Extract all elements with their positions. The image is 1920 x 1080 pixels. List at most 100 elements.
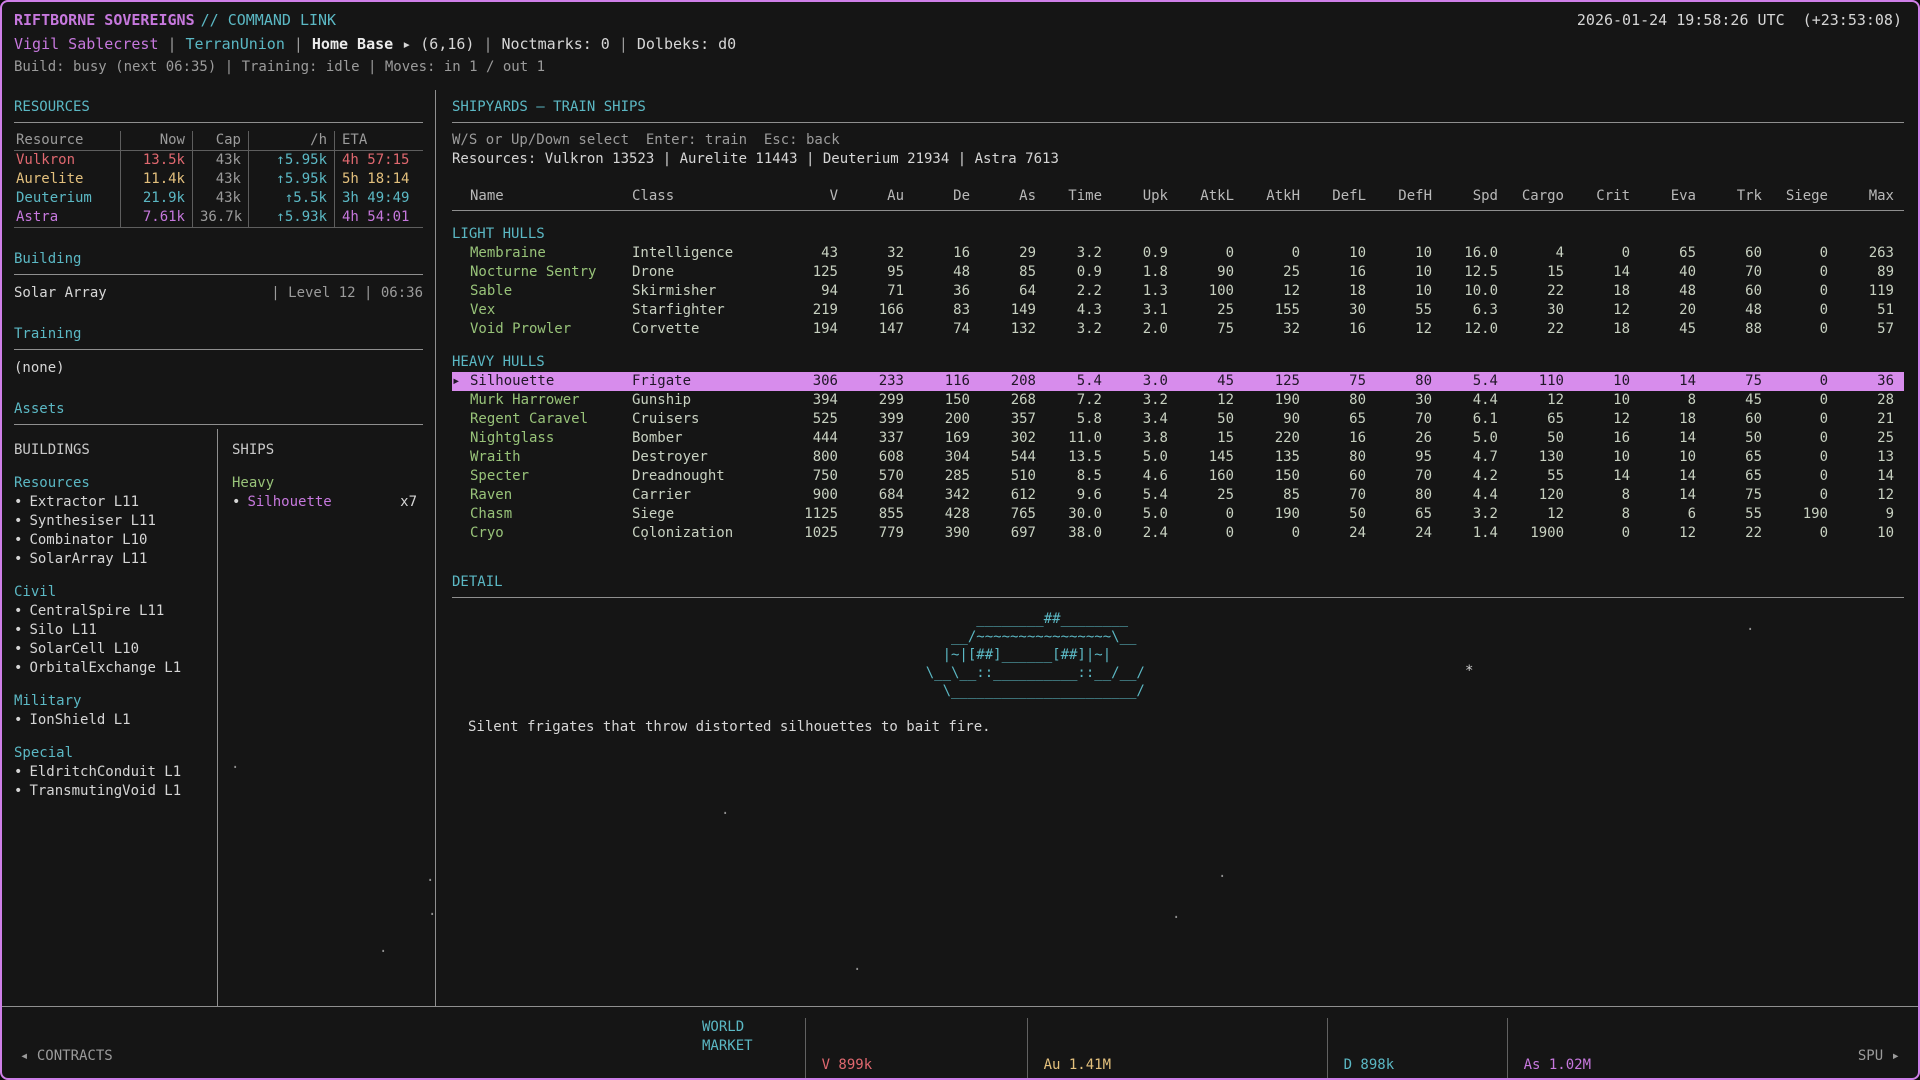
ship-stat-cell: 169 <box>914 429 980 448</box>
ship-row[interactable]: Nocturne Sentry Drone 125 95 48 85 0.9 1… <box>452 263 1904 282</box>
selection-cursor-icon: ▸ <box>452 372 470 391</box>
ship-row[interactable]: Wraith Destroyer 800 608 304 544 13.5 5.… <box>452 448 1904 467</box>
separator: | <box>168 35 177 54</box>
section-light-hulls: LIGHT HULLS <box>452 225 1904 244</box>
bullet-icon: • <box>14 660 22 676</box>
ship-stat-cell: 285 <box>914 467 980 486</box>
selection-cursor-icon <box>452 467 470 486</box>
building-group-resources: Resources <box>14 474 209 493</box>
resource-name: Astra <box>14 208 120 227</box>
ship-row[interactable]: Vex Starfighter 219 166 83 149 4.3 3.1 2… <box>452 301 1904 320</box>
ship-stat-cell: 7.2 <box>1046 391 1112 410</box>
ship-stat-cell: 342 <box>914 486 980 505</box>
ship-column-header: De <box>914 187 980 206</box>
resource-now: 13.5k <box>120 151 192 170</box>
ship-column-header: V <box>782 187 848 206</box>
building-title: Building <box>14 250 423 275</box>
ship-row[interactable]: ▸Silhouette Frigate 306 233 116 208 5.4 … <box>452 372 1904 391</box>
ship-row[interactable]: Regent Caravel Cruisers 525 399 200 357 … <box>452 410 1904 429</box>
building-group-special: Special <box>14 744 209 763</box>
ship-stat-cell: 32 <box>848 244 914 263</box>
player-status-line: Vigil Sablecrest | TerranUnion | Home Ba… <box>14 35 1902 54</box>
ship-row[interactable]: Sable Skirmisher 94 71 36 64 2.2 1.3 100… <box>452 282 1904 301</box>
ship-stat-cell: 0 <box>1772 263 1838 282</box>
ship-stat-cell: 3.8 <box>1112 429 1178 448</box>
ship-stat-cell: 394 <box>782 391 848 410</box>
ship-stat-cell: 50 <box>1508 429 1574 448</box>
ship-stat-cell: 25 <box>1178 486 1244 505</box>
ship-name-cell: Regent Caravel <box>452 410 632 429</box>
ship-stat-cell: 12 <box>1838 486 1904 505</box>
ship-row[interactable]: Cryo Colonization 1025 779 390 697 38.0 … <box>452 524 1904 543</box>
buildings-panel: BUILDINGS Resources •Extractor L11•Synth… <box>14 429 218 1006</box>
ship-stat-cell: 1125 <box>782 505 848 524</box>
selection-cursor-icon <box>452 524 470 543</box>
ship-stat-cell: 0 <box>1574 244 1640 263</box>
ship-row[interactable]: Chasm Siege 1125 855 428 765 30.0 5.0 0 … <box>452 505 1904 524</box>
world-market-label: WORLD MARKET <box>702 1018 753 1080</box>
ship-row[interactable]: Raven Carrier 900 684 342 612 9.6 5.4 25… <box>452 486 1904 505</box>
ship-stat-cell: 14 <box>1838 467 1904 486</box>
ship-name-cell: Nocturne Sentry <box>452 263 632 282</box>
ship-row[interactable]: Void Prowler Corvette 194 147 74 132 3.2… <box>452 320 1904 339</box>
ship-name-cell: Membraine <box>452 244 632 263</box>
building-item-label: OrbitalExchange L1 <box>29 660 181 676</box>
selection-cursor-icon <box>452 282 470 301</box>
ship-stat-cell: 36 <box>1838 372 1904 391</box>
ship-stat-cell: 428 <box>914 505 980 524</box>
resources-title: RESOURCES <box>14 98 423 123</box>
building-item: • OrbitalExchange L1 <box>14 659 209 678</box>
ship-stat-cell: 166 <box>848 301 914 320</box>
ship-stat-cell: 306 <box>782 372 848 391</box>
ship-stat-cell: 5.4 <box>1442 372 1508 391</box>
ship-stat-cell: 16 <box>1310 320 1376 339</box>
ship-stat-cell: 0 <box>1772 524 1838 543</box>
ship-name-cell: Wraith <box>452 448 632 467</box>
ship-stat-cell: 22 <box>1508 282 1574 301</box>
ship-stat-cell: 200 <box>914 410 980 429</box>
ship-stat-cell: 14 <box>1640 467 1706 486</box>
location-coords: ▸ (6,16) <box>402 35 474 54</box>
ship-row[interactable]: Nightglass Bomber 444 337 169 302 11.0 3… <box>452 429 1904 448</box>
ship-class-cell: Frigate <box>632 372 782 391</box>
ship-column-header: Cargo <box>1508 187 1574 206</box>
ship-stat-cell: 3.2 <box>1046 244 1112 263</box>
ship-stat-cell: 71 <box>848 282 914 301</box>
ship-stat-cell: 5.8 <box>1046 410 1112 429</box>
ship-stat-cell: 302 <box>980 429 1046 448</box>
ship-stat-cell: 16 <box>914 244 980 263</box>
ship-name-cell: Sable <box>452 282 632 301</box>
ship-stat-cell: 14 <box>1574 467 1640 486</box>
ship-stat-cell: 16 <box>1574 429 1640 448</box>
ship-row[interactable]: Murk Harrower Gunship 394 299 150 268 7.… <box>452 391 1904 410</box>
market-total: V 899k <box>822 1056 1011 1075</box>
ship-stat-cell: 1.3 <box>1112 282 1178 301</box>
selection-cursor-icon <box>452 320 470 339</box>
ship-stat-cell: 150 <box>914 391 980 410</box>
location-label: Home Base <box>312 35 393 54</box>
ship-stat-cell: 22 <box>1706 524 1772 543</box>
ship-stat-cell: 12 <box>1178 391 1244 410</box>
resource-rate: ↑5.95k <box>248 151 334 170</box>
ship-stat-cell: 779 <box>848 524 914 543</box>
ship-stat-cell: 399 <box>848 410 914 429</box>
spu-nav[interactable]: SPU ▸ <box>1858 1047 1900 1066</box>
bullet-icon: • <box>14 622 22 638</box>
ship-stat-cell: 25 <box>1178 301 1244 320</box>
resource-eta: 3h 49:49 <box>334 189 420 208</box>
ship-stat-cell: 12 <box>1574 410 1640 429</box>
star-dot: · <box>853 961 861 980</box>
ship-stat-cell: 94 <box>782 282 848 301</box>
ship-stat-cell: 13 <box>1838 448 1904 467</box>
ship-class-cell: Corvette <box>632 320 782 339</box>
ship-class-cell: Siege <box>632 505 782 524</box>
ship-stat-cell: 55 <box>1508 467 1574 486</box>
ships-panel: SHIPS Heavy •Silhouette x7 <box>218 429 423 1006</box>
ship-stat-cell: 0 <box>1772 486 1838 505</box>
ship-stat-cell: 28 <box>1838 391 1904 410</box>
selection-cursor-icon <box>452 429 470 448</box>
ship-stat-cell: 24 <box>1376 524 1442 543</box>
contracts-nav[interactable]: ◂ CONTRACTS <box>20 1047 113 1066</box>
ship-row[interactable]: Specter Dreadnought 750 570 285 510 8.5 … <box>452 467 1904 486</box>
ship-row[interactable]: Membraine Intelligence 43 32 16 29 3.2 0… <box>452 244 1904 263</box>
